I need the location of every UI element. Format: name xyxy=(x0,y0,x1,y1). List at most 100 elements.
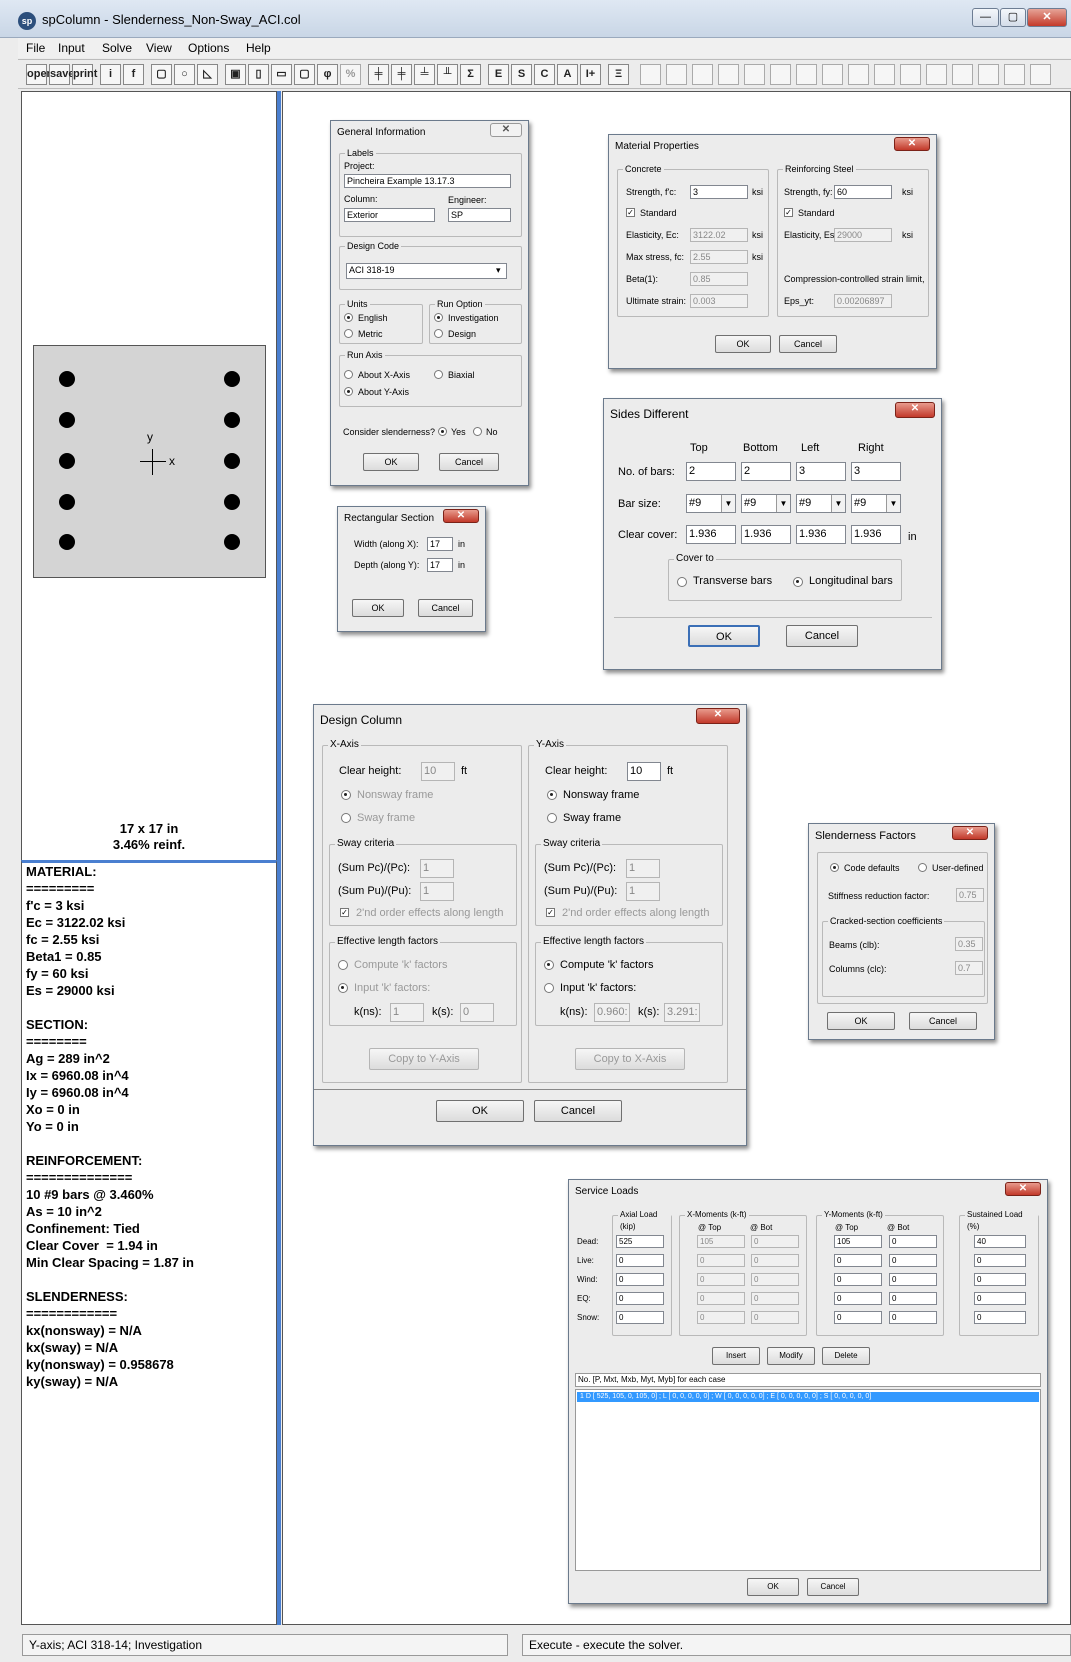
ok-button[interactable]: OK xyxy=(747,1578,799,1596)
load-value-input[interactable]: 0 xyxy=(834,1292,882,1305)
ok-button[interactable]: OK xyxy=(436,1100,524,1122)
x-clear-height-input[interactable]: 10 xyxy=(421,762,455,781)
project-input[interactable]: Pincheira Example 13.17.3 xyxy=(344,174,511,188)
toolbar-button[interactable]: A xyxy=(557,64,578,85)
chevron-down-icon[interactable]: ▼ xyxy=(721,495,735,512)
max-stress-input[interactable]: 2.55 xyxy=(690,250,748,264)
pane-splitter[interactable] xyxy=(277,91,281,1625)
depth-input[interactable]: 17 xyxy=(427,558,453,572)
load-value-input[interactable]: 0 xyxy=(616,1311,664,1324)
load-value-input[interactable]: 0 xyxy=(616,1254,664,1267)
y-kns-input[interactable]: 0.960: xyxy=(594,1003,630,1022)
toolbar-button[interactable]: Σ xyxy=(460,64,481,85)
load-value-input[interactable]: 0 xyxy=(751,1311,799,1324)
y-input-k-radio[interactable] xyxy=(544,983,554,993)
toolbar-button[interactable]: % xyxy=(340,64,361,85)
load-value-input[interactable]: 0 xyxy=(974,1292,1026,1305)
chevron-down-icon[interactable]: ▼ xyxy=(831,495,845,512)
ok-button[interactable]: OK xyxy=(688,625,760,647)
stiffness-reduction-input[interactable]: 0.75 xyxy=(956,888,984,902)
toolbar-icon-button[interactable] xyxy=(692,64,713,85)
cancel-button[interactable]: Cancel xyxy=(534,1100,622,1122)
width-input[interactable]: 17 xyxy=(427,537,453,551)
english-radio[interactable] xyxy=(344,313,353,322)
load-value-input[interactable]: 0 xyxy=(889,1235,937,1248)
fy-input[interactable]: 60 xyxy=(834,185,892,199)
toolbar-icon-button[interactable] xyxy=(770,64,791,85)
toolbar-button[interactable]: E xyxy=(488,64,509,85)
close-window-button[interactable]: ✕ xyxy=(1027,8,1067,27)
toolbar-button[interactable]: Ξ xyxy=(608,64,629,85)
eps-yt-input[interactable]: 0.00206897 xyxy=(834,294,892,308)
toolbar-button[interactable]: φ xyxy=(317,64,338,85)
design-radio[interactable] xyxy=(434,329,443,338)
longitudinal-bars-radio[interactable] xyxy=(793,577,803,587)
ok-button[interactable]: OK xyxy=(827,1012,895,1030)
copy-to-x-axis-button[interactable]: Copy to X-Axis xyxy=(575,1048,685,1070)
ultimate-strain-input[interactable]: 0.003 xyxy=(690,294,748,308)
load-value-input[interactable]: 105 xyxy=(697,1235,745,1248)
x-nonsway-radio[interactable] xyxy=(341,790,351,800)
menu-view[interactable]: View xyxy=(146,41,172,55)
toolbar-button[interactable]: ▢ xyxy=(294,64,315,85)
delete-button[interactable]: Delete xyxy=(822,1347,870,1365)
dropdown-arrow-icon[interactable]: ▾ xyxy=(496,264,501,276)
x-sum-pu-input[interactable]: 1 xyxy=(420,882,454,901)
load-case-row[interactable]: 1 D [ 525, 105, 0, 105, 0] ; L [ 0, 0, 0… xyxy=(577,1392,1039,1402)
fc-input[interactable]: 3 xyxy=(690,185,748,199)
close-icon[interactable]: ✕ xyxy=(696,708,740,724)
copy-to-y-axis-button[interactable]: Copy to Y-Axis xyxy=(369,1048,479,1070)
load-value-input[interactable]: 0 xyxy=(697,1311,745,1324)
y-sway-radio[interactable] xyxy=(547,813,557,823)
toolbar-icon-button[interactable] xyxy=(666,64,687,85)
menu-options[interactable]: Options xyxy=(188,41,229,55)
engineer-input[interactable]: SP xyxy=(448,208,511,222)
load-value-input[interactable]: 0 xyxy=(697,1273,745,1286)
load-value-input[interactable]: 0 xyxy=(889,1254,937,1267)
x-ks-input[interactable]: 0 xyxy=(460,1003,494,1022)
chevron-down-icon[interactable]: ▼ xyxy=(886,495,900,512)
toolbar-button[interactable]: f xyxy=(123,64,144,85)
biaxial-radio[interactable] xyxy=(434,370,443,379)
about-y-radio[interactable] xyxy=(344,387,353,396)
modify-button[interactable]: Modify xyxy=(767,1347,815,1365)
toolbar-button[interactable]: ╪ xyxy=(391,64,412,85)
load-value-input[interactable]: 105 xyxy=(834,1235,882,1248)
code-defaults-radio[interactable] xyxy=(830,863,839,872)
load-value-input[interactable]: 0 xyxy=(834,1311,882,1324)
toolbar-button[interactable]: C xyxy=(534,64,555,85)
menu-input[interactable]: Input xyxy=(58,41,85,55)
toolbar-button[interactable]: i xyxy=(100,64,121,85)
load-value-input[interactable]: 0 xyxy=(974,1311,1026,1324)
toolbar-button[interactable]: ▭ xyxy=(271,64,292,85)
cancel-button[interactable]: Cancel xyxy=(909,1012,977,1030)
ok-button[interactable]: OK xyxy=(352,599,404,617)
toolbar-button[interactable]: save xyxy=(49,64,74,85)
load-value-input[interactable]: 0 xyxy=(889,1273,937,1286)
x-input-k-radio[interactable] xyxy=(338,983,348,993)
load-value-input[interactable]: 0 xyxy=(697,1254,745,1267)
bars-top-input[interactable]: 2 xyxy=(686,462,736,481)
toolbar-button[interactable]: ╪ xyxy=(368,64,389,85)
menu-file[interactable]: File xyxy=(26,41,45,55)
cover-right-input[interactable]: 1.936 xyxy=(851,525,901,544)
load-value-input[interactable]: 0 xyxy=(751,1235,799,1248)
y-clear-height-input[interactable]: 10 xyxy=(627,762,661,781)
load-value-input[interactable]: 525 xyxy=(616,1235,664,1248)
toolbar-icon-button[interactable] xyxy=(874,64,895,85)
y-sum-pu-input[interactable]: 1 xyxy=(626,882,660,901)
y-second-order-checkbox[interactable]: ✓ xyxy=(546,908,555,917)
beta1-input[interactable]: 0.85 xyxy=(690,272,748,286)
load-value-input[interactable]: 0 xyxy=(751,1254,799,1267)
menu-help[interactable]: Help xyxy=(246,41,271,55)
load-value-input[interactable]: 0 xyxy=(974,1254,1026,1267)
toolbar-icon-button[interactable] xyxy=(744,64,765,85)
close-icon[interactable]: ✕ xyxy=(895,402,935,418)
slenderness-no-radio[interactable] xyxy=(473,427,482,436)
toolbar-icon-button[interactable] xyxy=(718,64,739,85)
maximize-button[interactable]: ▢ xyxy=(1000,8,1026,27)
close-icon[interactable]: ✕ xyxy=(894,137,930,151)
x-sway-radio[interactable] xyxy=(341,813,351,823)
y-compute-k-radio[interactable] xyxy=(544,960,554,970)
y-sum-pc-input[interactable]: 1 xyxy=(626,859,660,878)
